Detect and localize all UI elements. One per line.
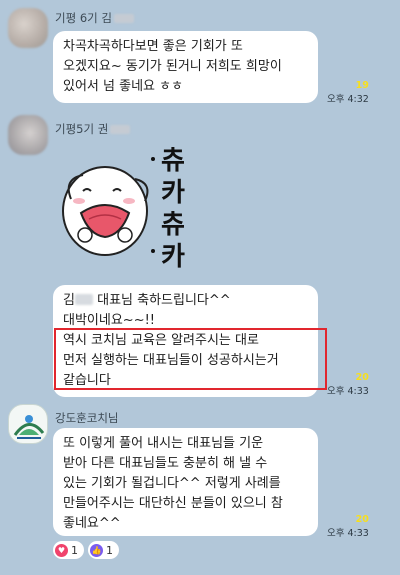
message-bubble[interactable]: 차곡차곡하다보면 좋은 기회가 또 오겠지요~ 동기가 된거니 저희도 희망이 … xyxy=(53,31,318,103)
avatar[interactable] xyxy=(8,8,48,48)
sender-name: 기평 6기 김 xyxy=(55,10,134,26)
avatar[interactable] xyxy=(8,404,48,444)
svg-text:카: 카 xyxy=(161,242,185,272)
svg-text:츄: 츄 xyxy=(161,146,185,176)
redacted-name xyxy=(74,294,93,305)
sender-name: 기평5기 권 xyxy=(55,121,131,137)
svg-text:카: 카 xyxy=(161,178,185,208)
message-line: 오겠지요~ 동기가 된거니 저희도 희망이 xyxy=(63,59,282,74)
message-meta: 20 오후 4:33 xyxy=(327,372,369,397)
message-line: 좋네요^^ xyxy=(63,516,121,531)
message-line: 차곡차곡하다보면 좋은 기회가 또 xyxy=(63,39,243,54)
redacted-name xyxy=(110,125,131,134)
unread-count: 19 xyxy=(355,80,369,91)
timestamp: 오후 4:32 xyxy=(327,94,369,105)
message-bubble[interactable]: 또 이렇게 풀어 내시는 대표님들 기운 받아 다른 대표님들도 충분히 해 낼… xyxy=(53,428,318,536)
message-line: 김 대표님 축하드립니다^^ xyxy=(63,293,231,308)
unread-count: 20 xyxy=(355,514,369,525)
chuka-sticker[interactable]: 츄 카 츄 카 xyxy=(53,139,203,275)
message-line: 만들어주시는 대단하신 분들이 있으니 참 xyxy=(63,496,283,511)
reaction-thumbs-up[interactable]: 👍 1 xyxy=(88,541,119,559)
message-meta: 19 오후 4:32 xyxy=(327,80,369,105)
reactions-bar: ♥ 1 👍 1 xyxy=(53,541,119,559)
message-line: 있어서 넘 좋네요 ㅎㅎ xyxy=(63,79,184,94)
reaction-count: 1 xyxy=(106,543,113,557)
thumbs-up-icon: 👍 xyxy=(90,543,103,557)
coach-logo-icon xyxy=(13,415,45,439)
message-line: 또 이렇게 풀어 내시는 대표님들 기운 xyxy=(63,436,264,451)
unread-count: 20 xyxy=(355,372,369,383)
reaction-heart[interactable]: ♥ 1 xyxy=(53,541,84,559)
timestamp: 오후 4:33 xyxy=(327,386,369,397)
reaction-count: 1 xyxy=(71,543,78,557)
message-line: 받아 다른 대표님들도 충분히 해 낼 수 xyxy=(63,456,268,471)
highlight-box xyxy=(54,328,327,390)
sender-name: 강도훈코치님 xyxy=(55,411,119,425)
timestamp: 오후 4:33 xyxy=(327,528,369,539)
heart-icon: ♥ xyxy=(55,543,68,557)
message-meta: 20 오후 4:33 xyxy=(327,514,369,539)
avatar[interactable] xyxy=(8,115,48,155)
redacted-name xyxy=(113,14,134,23)
message-line: 있는 기회가 될겁니다^^ 저렇게 사례를 xyxy=(63,476,281,491)
svg-text:츄: 츄 xyxy=(161,210,185,240)
